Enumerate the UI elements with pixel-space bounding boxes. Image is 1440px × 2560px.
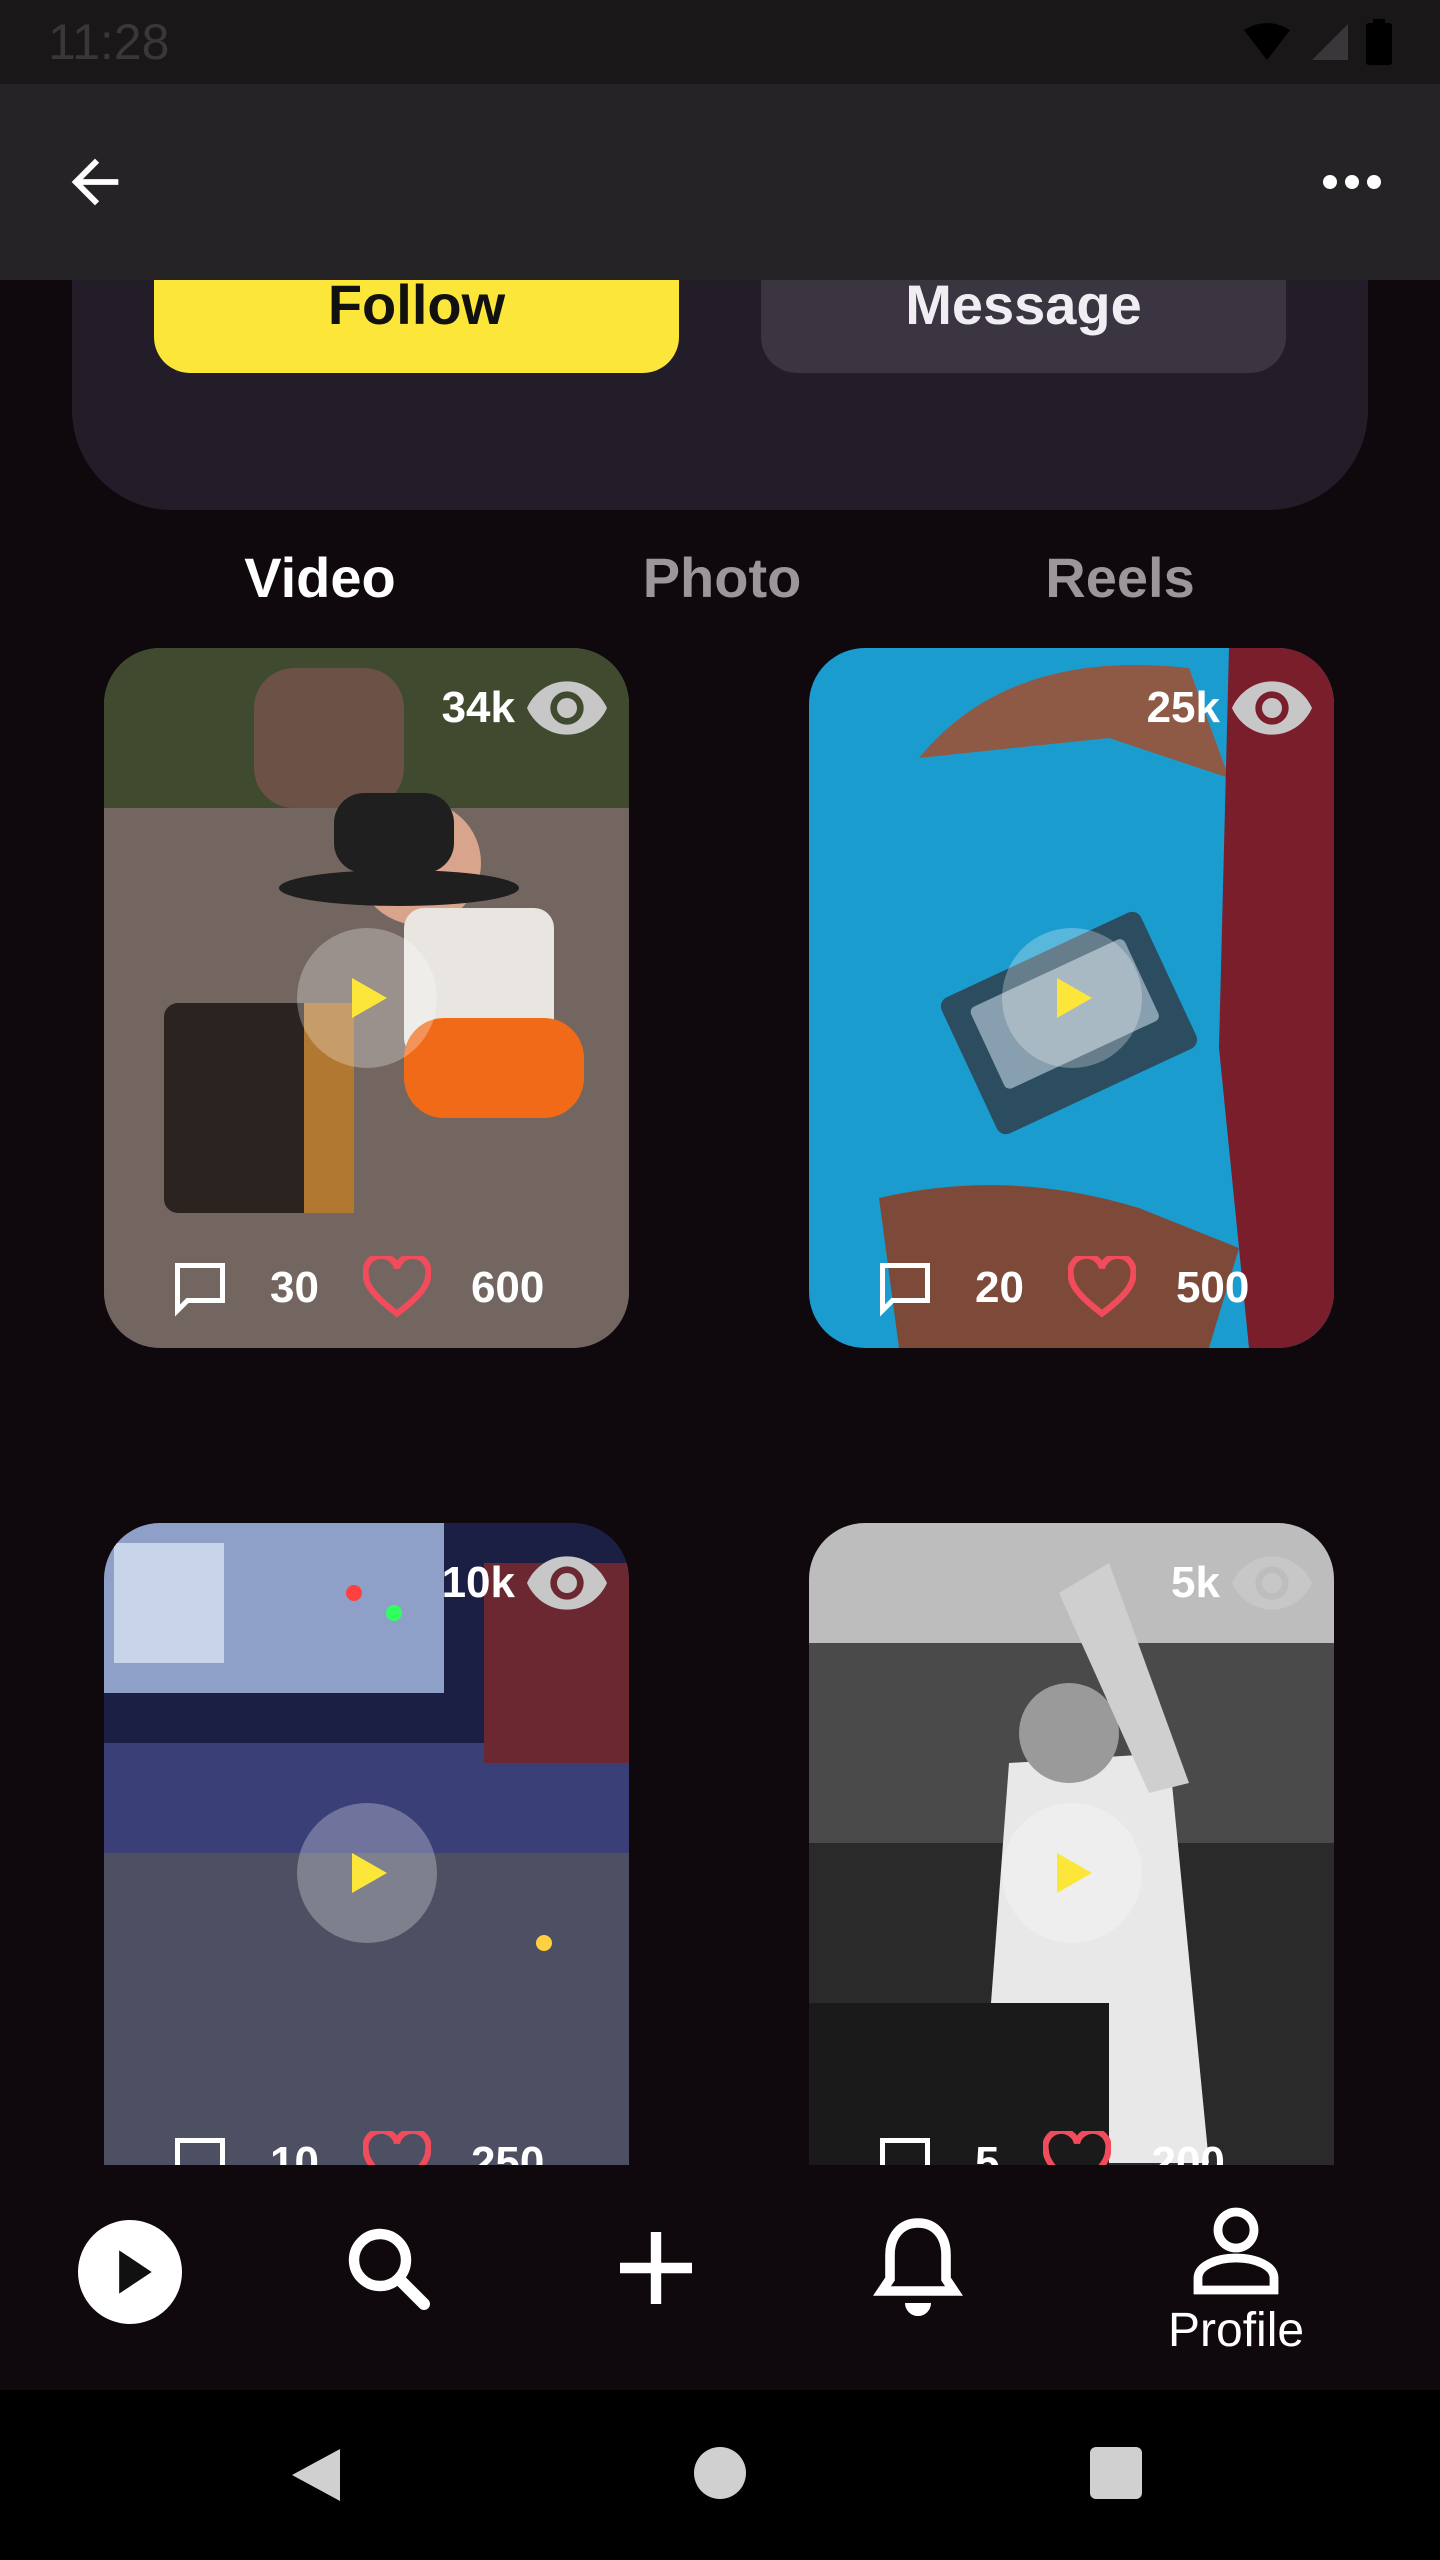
nav-profile[interactable]: Profile — [1168, 2205, 1304, 2358]
status-bar: 11:28 — [0, 0, 1440, 84]
play-button[interactable] — [1001, 928, 1142, 1068]
comment-count: 20 — [975, 1263, 1024, 1312]
bell-icon — [873, 2218, 963, 2316]
like-count: 500 — [1175, 1263, 1250, 1312]
tab-photo[interactable]: Photo — [643, 545, 802, 610]
comment-count: 30 — [270, 1263, 319, 1312]
video-card[interactable]: 34k 30 600 — [104, 648, 629, 1348]
tab-video[interactable]: Video — [244, 545, 395, 610]
system-recents-icon[interactable] — [1090, 2447, 1142, 2499]
view-count: 25k — [1146, 683, 1220, 732]
wifi-icon — [1244, 23, 1290, 60]
comment-icon[interactable] — [170, 1258, 230, 1318]
play-icon — [351, 1853, 387, 1893]
comment-count: 10 — [270, 2138, 319, 2165]
play-icon — [351, 978, 387, 1018]
battery-icon — [1366, 19, 1392, 65]
eye-icon — [1232, 681, 1312, 735]
heart-icon[interactable] — [362, 2131, 431, 2165]
nav-notifications[interactable] — [870, 2215, 966, 2319]
system-home-icon[interactable] — [694, 2447, 746, 2499]
play-icon — [1056, 1853, 1092, 1893]
person-icon — [1193, 2207, 1279, 2295]
play-icon — [1056, 978, 1092, 1018]
heart-icon[interactable] — [1067, 1256, 1136, 1320]
play-button[interactable] — [296, 928, 437, 1068]
play-button[interactable] — [1001, 1803, 1142, 1943]
content-tabs: Video Photo Reels — [0, 545, 1440, 615]
app-bar — [0, 84, 1440, 280]
arrow-left-icon[interactable] — [60, 147, 130, 217]
video-card[interactable]: 25k 20 500 — [809, 648, 1334, 1348]
nav-profile-label: Profile — [1168, 2304, 1305, 2357]
play-circle-icon — [78, 2220, 182, 2324]
play-button[interactable] — [296, 1803, 437, 1943]
nav-search[interactable] — [340, 2220, 436, 2316]
heart-icon[interactable] — [362, 1256, 431, 1320]
like-count: 250 — [470, 2138, 545, 2165]
system-back-icon[interactable] — [288, 2445, 344, 2505]
video-card[interactable]: 5k 5 200 — [809, 1523, 1334, 2165]
system-navigation-bar — [0, 2390, 1440, 2560]
tab-reels[interactable]: Reels — [1045, 545, 1194, 610]
comment-icon[interactable] — [875, 1258, 935, 1318]
nav-create[interactable] — [608, 2220, 704, 2316]
bottom-navigation: Profile — [0, 2165, 1440, 2390]
comment-icon[interactable] — [875, 2133, 935, 2165]
eye-icon — [527, 681, 607, 735]
view-count: 34k — [441, 683, 515, 732]
plus-icon — [620, 2232, 692, 2304]
like-count: 200 — [1151, 2138, 1225, 2165]
comment-icon[interactable] — [170, 2133, 230, 2165]
view-count: 5k — [1171, 1558, 1220, 1607]
eye-icon — [527, 1556, 607, 1610]
like-count: 600 — [470, 1263, 545, 1312]
nav-home[interactable] — [78, 2220, 182, 2324]
more-horizontal-icon[interactable] — [1320, 170, 1384, 194]
eye-icon — [1232, 1556, 1312, 1610]
search-icon — [348, 2228, 430, 2310]
status-time: 11:28 — [48, 14, 170, 70]
signal-icon — [1312, 24, 1348, 60]
view-count: 10k — [441, 1558, 515, 1607]
comment-count: 5 — [975, 2138, 1000, 2165]
heart-icon[interactable] — [1043, 2131, 1112, 2165]
video-card[interactable]: 10k 10 250 — [104, 1523, 629, 2165]
